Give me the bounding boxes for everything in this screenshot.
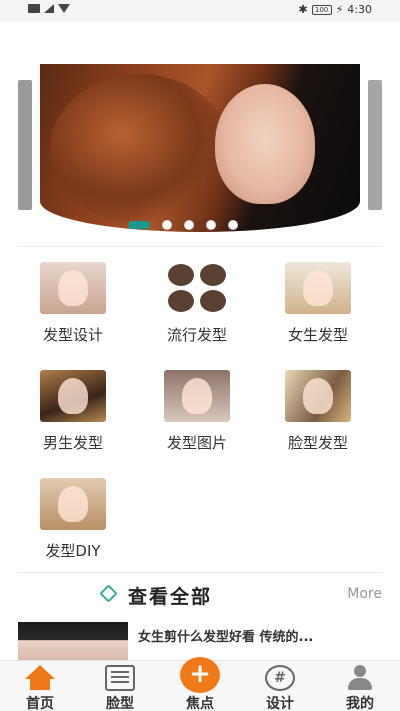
carousel-dot[interactable] — [228, 220, 238, 230]
signal-icon — [44, 4, 54, 13]
category-hair-design[interactable]: 发型设计 — [18, 262, 128, 345]
divider — [18, 572, 382, 573]
bottom-nav: 首页 脸型 + 焦点 # 设计 我的 — [0, 657, 400, 711]
category-label: 男生发型 — [42, 434, 103, 452]
app-screen: ✱ 100 ⚡ 4:30 发型设计 流行发型 女生发型 男生发型 发型图片 脸型… — [0, 0, 400, 711]
carousel-dot[interactable] — [162, 220, 172, 230]
category-label: 女生发型 — [287, 326, 348, 344]
banner-prev-slide[interactable] — [18, 80, 32, 210]
banner-next-slide[interactable] — [368, 80, 382, 210]
bluetooth-icon: ✱ — [298, 3, 308, 16]
article-title: 女生剪什么发型好看 传统的... — [138, 630, 314, 645]
hair-graphic — [50, 74, 230, 224]
nav-label: 焦点 — [186, 696, 214, 711]
nav-label: 我的 — [346, 696, 374, 711]
nav-label: 脸型 — [106, 696, 134, 711]
banner-image[interactable] — [40, 64, 360, 232]
category-label: 发型图片 — [166, 434, 227, 452]
category-thumbnail — [285, 370, 351, 422]
category-thumbnail — [285, 262, 351, 314]
nav-label: 首页 — [26, 696, 54, 711]
category-thumbnail — [40, 370, 106, 422]
charging-icon: ⚡ — [335, 3, 344, 16]
category-thumbnail — [40, 262, 106, 314]
user-icon — [345, 665, 375, 691]
category-popular-styles[interactable]: 流行发型 — [142, 262, 252, 345]
wifi-icon — [58, 4, 70, 13]
category-thumbnail — [164, 262, 230, 314]
status-left — [28, 4, 70, 13]
category-thumbnail — [164, 370, 230, 422]
article-thumbnail — [18, 622, 128, 660]
status-bar: ✱ 100 ⚡ 4:30 — [0, 0, 400, 22]
category-women-styles[interactable]: 女生发型 — [263, 262, 373, 345]
design-icon: # — [265, 665, 295, 691]
see-all-header: 查看全部 More — [18, 579, 382, 609]
nav-focus[interactable]: + 焦点 — [160, 657, 240, 711]
nav-home[interactable]: 首页 — [0, 661, 80, 711]
carousel-indicators — [128, 220, 238, 230]
carousel-dot[interactable] — [206, 220, 216, 230]
carousel-dot[interactable] — [184, 220, 194, 230]
section-title[interactable]: 查看全部 — [128, 582, 212, 609]
category-label: 发型设计 — [42, 326, 103, 344]
status-time: 4:30 — [347, 3, 372, 16]
model-face-graphic — [215, 84, 315, 204]
nav-me[interactable]: 我的 — [320, 661, 400, 711]
plus-icon[interactable]: + — [180, 657, 220, 693]
more-link[interactable]: More — [347, 586, 382, 602]
nav-design[interactable]: # 设计 — [240, 661, 320, 711]
article-list-item[interactable]: 女生剪什么发型好看 传统的... — [18, 620, 382, 660]
face-shape-icon — [105, 665, 135, 691]
divider — [18, 246, 382, 247]
carousel-dot-active[interactable] — [128, 221, 150, 229]
diamond-icon — [99, 584, 118, 603]
home-icon — [25, 665, 55, 691]
category-men-styles[interactable]: 男生发型 — [18, 370, 128, 453]
category-label: 脸型发型 — [287, 434, 348, 452]
category-face-shape-styles[interactable]: 脸型发型 — [263, 370, 373, 453]
category-hair-diy[interactable]: 发型DIY — [18, 478, 128, 561]
nav-face-shape[interactable]: 脸型 — [80, 661, 160, 711]
category-label: 流行发型 — [166, 326, 227, 344]
category-hair-pictures[interactable]: 发型图片 — [142, 370, 252, 453]
category-label: 发型DIY — [45, 542, 101, 560]
status-right: ✱ 100 ⚡ 4:30 — [298, 3, 372, 16]
nav-label: 设计 — [266, 696, 294, 711]
category-thumbnail — [40, 478, 106, 530]
notification-icon — [28, 4, 40, 13]
battery-icon: 100 — [311, 4, 332, 15]
banner-carousel[interactable] — [18, 62, 382, 240]
